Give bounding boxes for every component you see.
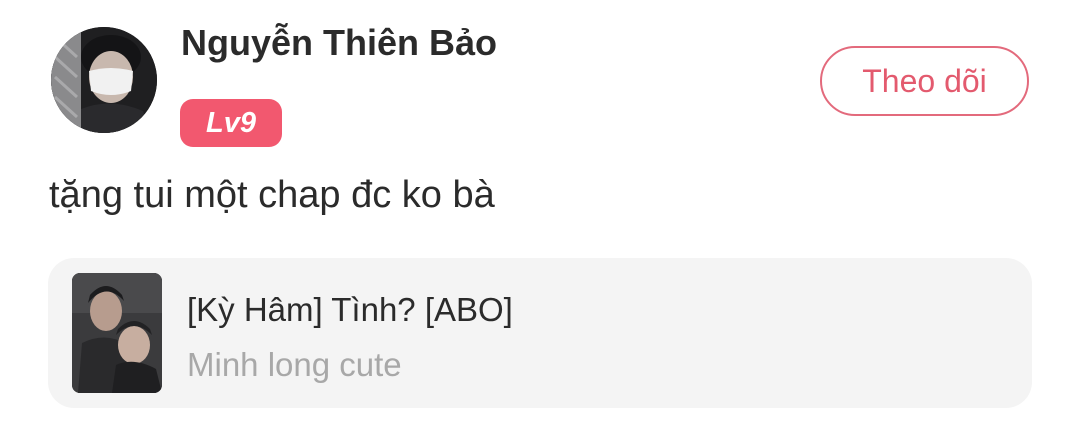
comment-text: tặng tui một chap đc ko bà [49, 174, 495, 216]
level-badge: Lv9 [180, 99, 282, 147]
story-card[interactable]: [Kỳ Hâm] Tình? [ABO] Minh long cute [48, 258, 1032, 408]
story-cover-image [72, 273, 162, 393]
story-title: [Kỳ Hâm] Tình? [ABO] [187, 291, 513, 328]
avatar-image [51, 27, 157, 133]
follow-button[interactable]: Theo dõi [820, 46, 1029, 116]
avatar[interactable] [51, 27, 157, 133]
user-name[interactable]: Nguyễn Thiên Bảo [181, 22, 497, 64]
story-author: Minh long cute [187, 346, 402, 383]
comment-post: Nguyễn Thiên Bảo Lv9 Theo dõi tặng tui m… [0, 0, 1080, 440]
